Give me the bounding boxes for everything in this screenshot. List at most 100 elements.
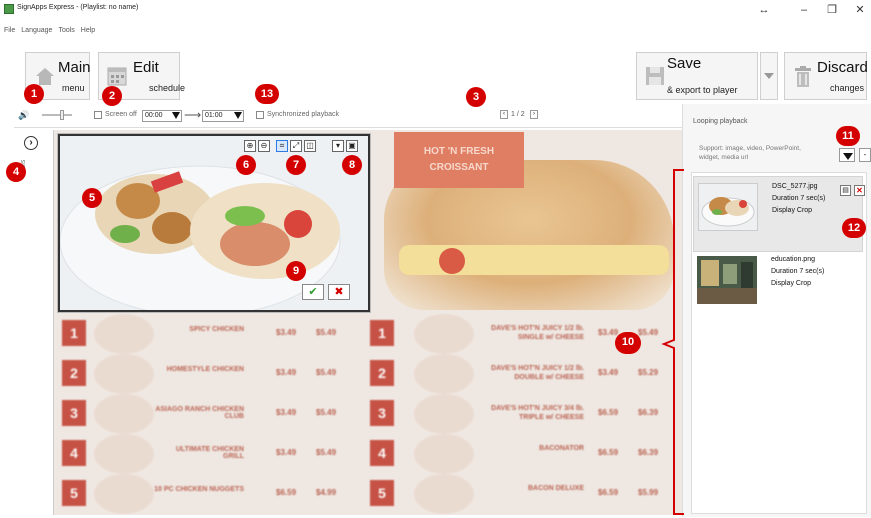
preview-toolbar: 🔊 Screen off 00:00 ⟶ 01:00 Synchronized … xyxy=(14,104,682,128)
dish-image xyxy=(94,434,154,474)
left-price-2: $5.49 xyxy=(316,368,337,377)
zoom-out-icon[interactable]: ⊖ xyxy=(258,140,270,152)
row-number-left: 4 xyxy=(62,440,86,466)
banner-line-2: CROISSANT xyxy=(429,162,489,173)
left-price-1: $3.49 xyxy=(276,328,297,337)
item-display: Display Crop xyxy=(772,207,813,214)
playlist-item[interactable]: education.png Duration 7 sec(s) Display … xyxy=(693,254,863,330)
app-icon xyxy=(4,4,14,14)
row-number-left: 1 xyxy=(62,320,86,346)
save-export-button[interactable]: Save & export to player xyxy=(636,52,758,100)
playlist-item[interactable]: DSC_5277.jpg Duration 7 sec(s) Display C… xyxy=(693,176,865,252)
crop-icon[interactable]: ⌗ xyxy=(276,140,288,152)
minimize-button[interactable]: – xyxy=(792,2,816,18)
dish-image xyxy=(414,354,474,394)
discard-changes-button[interactable]: Discard changes xyxy=(784,52,868,100)
zoom-in-icon[interactable]: ⊕ xyxy=(244,140,256,152)
time-from-value: 00:00 xyxy=(145,112,163,119)
volume-slider[interactable] xyxy=(42,110,72,120)
item-duration: Duration 7 sec(s) xyxy=(771,268,825,275)
right-price-1: $6.59 xyxy=(598,448,619,457)
add-media-dropdown[interactable] xyxy=(839,148,855,162)
callout-marker-11: 11 xyxy=(836,126,860,146)
item-duration: Duration 7 sec(s) xyxy=(772,195,826,202)
callout-marker-12: 12 xyxy=(842,218,866,238)
page-prev-button[interactable]: ‹ xyxy=(500,110,508,119)
chevron-down-icon xyxy=(234,112,242,119)
dish-image xyxy=(94,314,154,354)
fit-icon[interactable]: ◫ xyxy=(304,140,316,152)
menu-help[interactable]: Help xyxy=(81,27,95,34)
item-settings-icon[interactable]: ▤ xyxy=(840,185,851,196)
floppy-icon xyxy=(645,65,665,87)
expand-tools-button[interactable]: › xyxy=(24,136,38,150)
row-number-left: 5 xyxy=(62,480,86,506)
time-from-select[interactable]: 00:00 xyxy=(142,110,182,122)
item-display: Display Crop xyxy=(771,280,812,287)
restore-button[interactable]: ❐ xyxy=(820,2,844,18)
screen-icon[interactable]: ▣ xyxy=(346,140,358,152)
dish-image xyxy=(414,434,474,474)
trash-icon xyxy=(793,65,813,87)
callout-marker-13: 13 xyxy=(255,84,279,104)
menu-tools[interactable]: Tools xyxy=(58,27,74,34)
close-button[interactable]: ✕ xyxy=(848,2,871,18)
right-item-name: DAVE'S HOT'N JUICY 1/2 lb. DOUBLE w/ CHE… xyxy=(491,365,584,381)
callout-marker-10: 10 xyxy=(615,332,641,354)
edit-button-title: Edit xyxy=(133,59,159,76)
left-item-name: ASIAGO RANCH CHICKEN CLUB xyxy=(155,406,244,420)
left-price-2: $5.49 xyxy=(316,328,337,337)
save-button-title: Save xyxy=(667,55,702,72)
selected-media-frame[interactable]: ⊕ ⊖ ⌗ ⤢ ◫ ▾ ▣ ✔ ✖ xyxy=(57,133,371,313)
stretch-icon[interactable]: ⤢ xyxy=(290,140,302,152)
layout-dropdown-icon[interactable]: ▾ xyxy=(332,140,344,152)
left-item-name: 10 PC CHICKEN NUGGETS xyxy=(154,486,244,493)
dish-image xyxy=(94,474,154,514)
callout-marker-3: 3 xyxy=(466,87,486,107)
tools-strip: › Tools xyxy=(14,130,54,515)
discard-button-sub: changes xyxy=(830,83,865,93)
dish-image xyxy=(414,474,474,514)
menu-file[interactable]: File xyxy=(4,27,15,34)
row-number-right: 5 xyxy=(370,480,394,506)
right-price-1: $6.59 xyxy=(598,408,619,417)
save-options-dropdown[interactable] xyxy=(760,52,778,100)
sync-playback-checkbox[interactable] xyxy=(256,110,264,119)
right-price-1: $6.59 xyxy=(598,488,619,497)
right-item-name: BACON DELUXE xyxy=(527,485,584,492)
left-price-2: $5.49 xyxy=(316,408,337,417)
menu-row: 3 ASIAGO RANCH CHICKEN CLUB $3.49 $5.49 3 DAV… xyxy=(54,394,682,434)
time-to-value: 01:00 xyxy=(205,112,223,119)
callout-marker-7: 7 xyxy=(286,155,306,175)
right-item-name: DAVE'S HOT'N JUICY 1/2 lb. SINGLE w/ CHE… xyxy=(491,325,584,341)
callout-marker-4: 4 xyxy=(6,162,26,182)
promo-banner: HOT 'N FRESH CROISSANT xyxy=(394,132,524,188)
save-button-sub: & export to player xyxy=(667,85,738,95)
menu-row: 2 HOMESTYLE CHICKEN $3.49 $5.49 2 DAVE'S HOT'… xyxy=(54,354,682,394)
left-price-1: $3.49 xyxy=(276,408,297,417)
thumbnail-image xyxy=(697,256,757,304)
right-price-2: $5.49 xyxy=(638,328,659,337)
time-to-select[interactable]: 01:00 xyxy=(202,110,244,122)
right-item-name: BACONATOR xyxy=(539,445,584,452)
screen-off-checkbox[interactable] xyxy=(94,110,102,119)
discard-button-title: Discard xyxy=(817,59,868,76)
left-price-1: $3.49 xyxy=(276,368,297,377)
confirm-button[interactable]: ✔ xyxy=(302,284,324,300)
menu-row: 5 10 PC CHICKEN NUGGETS $6.59 $4.99 5 BACON D… xyxy=(54,474,682,514)
item-delete-icon[interactable]: ✕ xyxy=(854,185,865,196)
more-options-button[interactable]: - xyxy=(859,148,871,162)
page-next-button[interactable]: › xyxy=(530,110,538,119)
main-button-sub: menu xyxy=(62,83,85,93)
cancel-button[interactable]: ✖ xyxy=(328,284,350,300)
resize-icon[interactable]: ↔ xyxy=(752,2,776,18)
volume-icon[interactable]: 🔊 xyxy=(18,110,29,121)
dish-image xyxy=(414,394,474,434)
menu-row: 1 SPICY CHICKEN $3.49 $5.49 1 DAVE'S HOT'N JU… xyxy=(54,314,682,354)
volume-slider-thumb[interactable] xyxy=(60,110,64,120)
callout-marker-5: 5 xyxy=(82,188,102,208)
left-price-1: $3.49 xyxy=(276,448,297,457)
menu-language[interactable]: Language xyxy=(21,27,52,34)
playlist-bracket xyxy=(661,169,684,515)
calendar-icon xyxy=(107,65,127,87)
